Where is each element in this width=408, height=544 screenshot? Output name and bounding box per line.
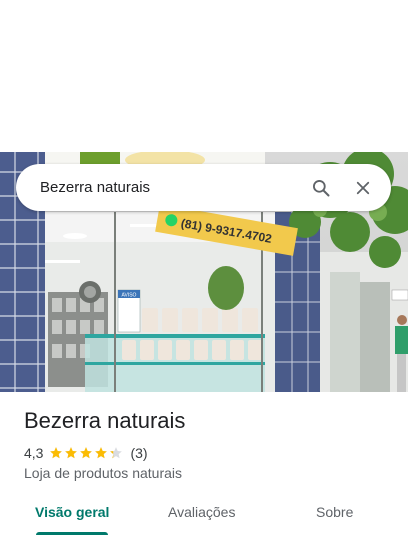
place-category: Loja de produtos naturais xyxy=(24,465,182,481)
tab-about[interactable]: Sobre xyxy=(316,504,353,520)
star-icon xyxy=(65,447,78,459)
clear-search-button[interactable] xyxy=(345,170,381,206)
star-icon xyxy=(110,447,123,459)
tab-overview[interactable]: Visão geral xyxy=(35,504,109,520)
rating-value: 4,3 xyxy=(24,445,44,461)
place-tabs: Visão geral Avaliações Sobre xyxy=(0,496,408,544)
star-icon xyxy=(95,447,108,459)
search-button[interactable] xyxy=(303,170,339,206)
search-input[interactable]: Bezerra naturais xyxy=(40,179,297,196)
place-title: Bezerra naturais xyxy=(24,408,186,433)
active-tab-indicator xyxy=(36,532,108,535)
rating-row[interactable]: 4,3 (3) xyxy=(24,444,148,462)
search-bar[interactable]: Bezerra naturais xyxy=(16,164,391,211)
search-icon xyxy=(313,179,330,196)
star-icon xyxy=(80,447,93,459)
close-icon xyxy=(356,181,370,194)
reviews-count: (3) xyxy=(130,445,148,461)
rating-stars xyxy=(49,446,124,460)
star-icon xyxy=(50,447,63,459)
notice-sign-label: AVISO xyxy=(122,293,137,299)
tab-reviews[interactable]: Avaliações xyxy=(168,504,235,520)
